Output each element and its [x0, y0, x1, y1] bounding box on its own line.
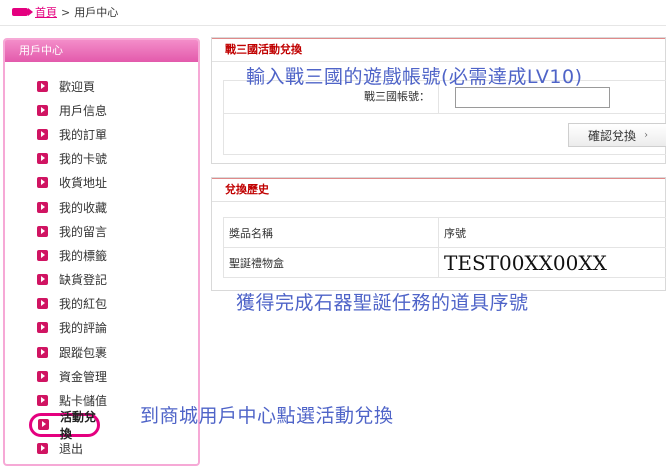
exchange-history-panel: 兌換歷史 獎品名稱 序號 聖誕禮物盒 TEST00XX00XX — [211, 177, 666, 291]
confirm-row: 確認兌換 › — [223, 114, 666, 155]
arrow-bullet-icon — [37, 395, 48, 407]
arrow-bullet-icon — [37, 298, 48, 310]
arrow-bullet-icon — [37, 346, 48, 358]
confirm-exchange-label: 確認兌換 — [587, 128, 636, 143]
confirm-exchange-button[interactable]: 確認兌換 › — [568, 123, 666, 147]
sidebar-item-label: 缺貨登記 — [59, 273, 108, 288]
arrow-bullet-icon — [37, 177, 48, 189]
sidebar-item-messages[interactable]: 我的留言 — [5, 219, 198, 243]
sidebar-item-card-numbers[interactable]: 我的卡號 — [5, 147, 198, 171]
game-account-input[interactable] — [455, 87, 610, 108]
breadcrumb-current: 用戶中心 — [74, 6, 119, 19]
sidebar-item-addresses[interactable]: 收貨地址 — [5, 171, 198, 195]
history-table: 獎品名稱 序號 聖誕禮物盒 TEST00XX00XX — [223, 217, 666, 278]
arrow-bullet-icon — [37, 322, 48, 334]
table-row: 聖誕禮物盒 TEST00XX00XX — [223, 247, 666, 278]
sidebar-item-label: 我的訂單 — [59, 127, 108, 142]
sidebar-item-stockout[interactable]: 缺貨登記 — [5, 268, 198, 292]
chevron-right-icon: › — [644, 129, 648, 141]
history-panel-title: 兌換歷史 — [212, 178, 665, 202]
sidebar-item-label: 跟蹤包裹 — [59, 345, 108, 360]
sidebar-item-label: 我的卡號 — [59, 152, 108, 167]
sidebar-item-tags[interactable]: 我的標籤 — [5, 243, 198, 267]
arrow-bullet-icon — [37, 128, 48, 140]
arrow-bullet-icon — [37, 370, 48, 382]
arrow-bullet-icon — [38, 419, 49, 431]
sidebar-item-track-package[interactable]: 跟蹤包裹 — [5, 340, 198, 364]
sidebar-item-label: 活動兌換 — [60, 409, 97, 441]
menu-hint-annotation: 到商城用戶中心點選活動兌換 — [140, 405, 394, 427]
sidebar-item-label: 我的收藏 — [59, 200, 108, 215]
table-header-row: 獎品名稱 序號 — [223, 217, 666, 248]
arrow-bullet-icon — [37, 153, 48, 165]
sidebar-title: 用戶中心 — [5, 40, 198, 62]
exchange-panel-title: 戰三國活動兌換 — [212, 38, 665, 62]
exchange-panel: 戰三國活動兌換 戰三國帳號： 確認兌換 › — [211, 37, 666, 164]
breadcrumb: 首頁 > 用戶中心 — [12, 4, 118, 20]
sidebar-item-orders[interactable]: 我的訂單 — [5, 122, 198, 146]
sidebar-item-favorites[interactable]: 我的收藏 — [5, 195, 198, 219]
sidebar-item-welcome[interactable]: 歡迎頁 — [5, 74, 198, 98]
sidebar-item-label: 我的評論 — [59, 321, 108, 336]
breadcrumb-separator: > — [61, 5, 71, 19]
arrow-bullet-icon — [37, 80, 48, 92]
sidebar-item-logout[interactable]: 退出 — [5, 437, 198, 461]
serial-hint-annotation: 獲得完成石器聖誕任務的道具序號 — [236, 292, 529, 314]
sidebar-item-event-exchange[interactable]: 活動兌換 — [29, 410, 100, 441]
sidebar-item-red-packets[interactable]: 我的紅包 — [5, 292, 198, 316]
arrow-bullet-icon — [37, 274, 48, 286]
sidebar-item-label: 歡迎頁 — [59, 79, 96, 94]
home-icon — [12, 8, 33, 16]
sidebar-item-label: 退出 — [59, 442, 84, 457]
sidebar-item-label: 點卡儲值 — [59, 394, 108, 409]
breadcrumb-divider — [0, 25, 666, 26]
sidebar-item-label: 收貨地址 — [59, 176, 108, 191]
arrow-bullet-icon — [37, 104, 48, 116]
sidebar-item-label: 資金管理 — [59, 369, 108, 384]
account-hint-annotation: 輸入戰三國的遊戲帳號(必需達成LV10) — [246, 66, 583, 88]
sidebar-item-label: 我的留言 — [59, 224, 108, 239]
sidebar-item-user-info[interactable]: 用戶信息 — [5, 98, 198, 122]
sidebar-item-label: 我的紅包 — [59, 297, 108, 312]
arrow-bullet-icon — [37, 201, 48, 213]
sidebar-item-reviews[interactable]: 我的評論 — [5, 316, 198, 340]
sidebar-item-label: 用戶信息 — [59, 103, 108, 118]
breadcrumb-home-link[interactable]: 首頁 — [35, 4, 57, 20]
prize-name-cell: 聖誕禮物盒 — [223, 247, 439, 278]
column-header-prize: 獎品名稱 — [223, 217, 439, 248]
sidebar-item-funds[interactable]: 資金管理 — [5, 364, 198, 388]
arrow-bullet-icon — [37, 443, 48, 455]
column-header-serial: 序號 — [438, 217, 666, 248]
arrow-bullet-icon — [37, 225, 48, 237]
arrow-bullet-icon — [37, 249, 48, 261]
sidebar-item-label: 我的標籤 — [59, 248, 108, 263]
serial-number-cell: TEST00XX00XX — [438, 247, 666, 278]
